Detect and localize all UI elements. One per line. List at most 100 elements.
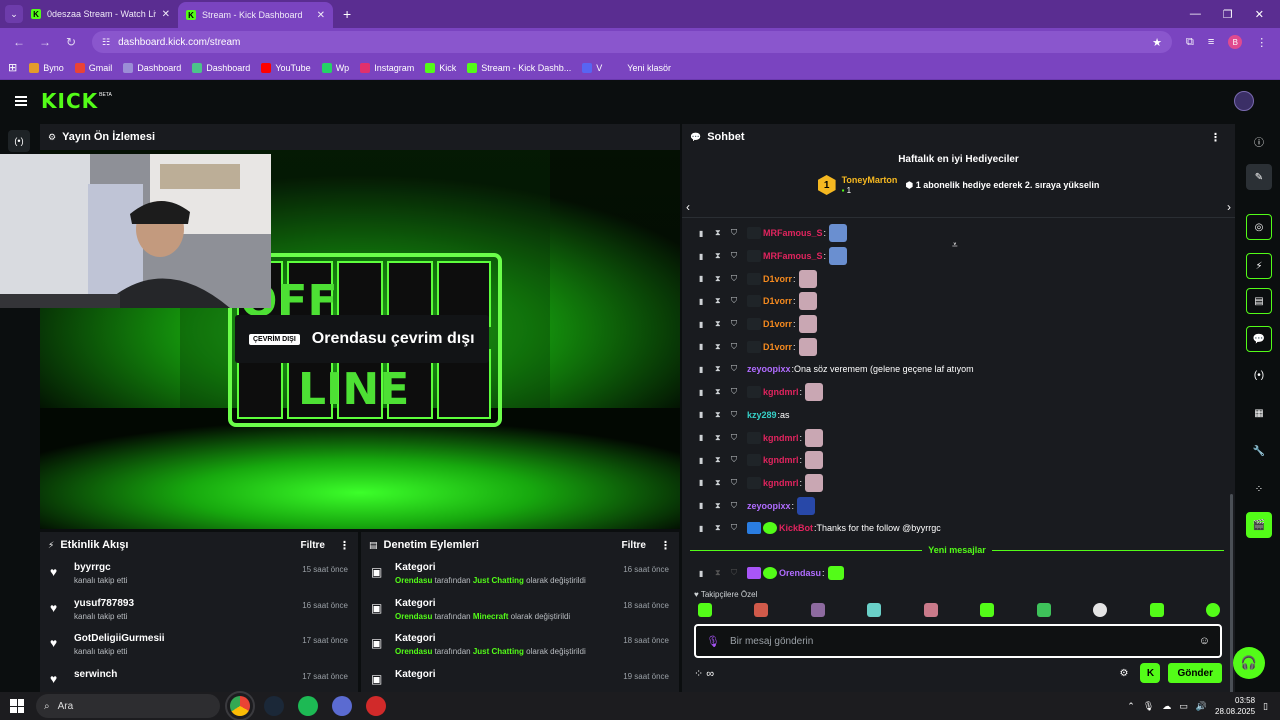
- clipboard-icon[interactable]: ▤: [1246, 288, 1272, 314]
- activity-item[interactable]: ♥ GotDeligiiGurmesii kanalı takip etti 17 s…: [50, 629, 348, 665]
- emote-icon[interactable]: [980, 603, 995, 617]
- emote-icon[interactable]: [1205, 603, 1220, 617]
- info-icon[interactable]: ⓘ: [1246, 128, 1272, 154]
- shield-icon[interactable]: ⛉: [731, 455, 747, 465]
- pin-icon[interactable]: ▮: [699, 410, 715, 419]
- browser-tab[interactable]: K 0deszaa Stream - Watch Live o ✕: [23, 0, 178, 28]
- clock[interactable]: 03:58 28.08.2025: [1215, 695, 1255, 717]
- chat-username[interactable]: D1vorr: [763, 296, 792, 306]
- shield-icon[interactable]: ⛉: [731, 251, 747, 261]
- emote-icon[interactable]: [754, 603, 769, 617]
- bolt-icon[interactable]: ⚡: [1246, 253, 1272, 279]
- steam-icon[interactable]: [264, 696, 284, 716]
- profile-avatar[interactable]: B: [1228, 35, 1243, 49]
- pin-icon[interactable]: ▮: [699, 297, 715, 306]
- chat-username[interactable]: MRFamous_S: [763, 251, 823, 261]
- pin-icon[interactable]: ▮: [699, 229, 715, 238]
- apps-grid-icon[interactable]: ⊞: [8, 61, 17, 74]
- new-tab-icon[interactable]: +: [343, 6, 351, 22]
- moderation-item[interactable]: ▣ Kategori Orendasu tarafından Just Chatti…: [371, 629, 669, 665]
- bookmark-item[interactable]: Instagram: [360, 62, 414, 73]
- chevron-left-icon[interactable]: ‹: [686, 200, 690, 214]
- timeout-icon[interactable]: ⧗: [715, 228, 731, 238]
- user-avatar[interactable]: [1234, 91, 1254, 111]
- follower-name[interactable]: serwinch: [74, 669, 302, 680]
- follower-name[interactable]: byyrrgc: [74, 562, 302, 573]
- edit-icon[interactable]: ✎: [1246, 164, 1272, 190]
- shield-icon[interactable]: ⛉: [731, 274, 747, 284]
- timeout-icon[interactable]: ⧗: [715, 501, 731, 511]
- emote-icon[interactable]: [923, 603, 938, 617]
- url-field[interactable]: ☷ dashboard.kick.com/stream ★: [92, 31, 1172, 53]
- bookmark-star-icon[interactable]: ★: [1152, 36, 1162, 49]
- wrench-icon[interactable]: 🔧: [1246, 438, 1272, 464]
- obs-icon[interactable]: [366, 696, 386, 716]
- forward-icon[interactable]: →: [34, 35, 56, 49]
- taskbar-search[interactable]: ⌕ Ara: [36, 694, 220, 718]
- chat-username[interactable]: MRFamous_S: [763, 228, 823, 238]
- emote-icon[interactable]: [698, 603, 712, 617]
- hamburger-menu-icon[interactable]: [15, 94, 27, 108]
- cloud-icon[interactable]: ☁: [1162, 701, 1171, 712]
- shield-icon[interactable]: ⛉: [731, 296, 747, 306]
- shield-icon[interactable]: ⛉: [731, 478, 747, 488]
- bookmark-item[interactable]: Wp: [321, 62, 349, 73]
- spotify-icon[interactable]: [298, 696, 318, 716]
- chat-username[interactable]: zeyoopixx: [747, 364, 791, 374]
- chat-username[interactable]: kgndmrl: [763, 387, 799, 397]
- follower-name[interactable]: yusuf787893: [74, 598, 302, 609]
- chat-scrollbar[interactable]: [1230, 494, 1233, 704]
- back-icon[interactable]: ←: [8, 35, 30, 49]
- timeout-icon[interactable]: ⧗: [715, 523, 731, 533]
- pin-icon[interactable]: ▮: [699, 456, 715, 465]
- emote-icon[interactable]: [867, 603, 882, 617]
- shield-icon[interactable]: ⛉: [731, 410, 747, 420]
- pin-icon[interactable]: ▮: [699, 388, 715, 397]
- pin-icon[interactable]: ▮: [699, 569, 715, 578]
- network-icon[interactable]: ▭: [1179, 701, 1188, 712]
- chat-username[interactable]: kgndmrl: [763, 455, 799, 465]
- timeout-icon[interactable]: ⧗: [715, 387, 731, 397]
- follower-name[interactable]: GotDeligiiGurmesii: [74, 633, 302, 644]
- send-button[interactable]: Gönder: [1168, 663, 1222, 683]
- layers-icon[interactable]: ▦: [1246, 400, 1272, 426]
- shield-icon[interactable]: ⛉: [731, 501, 747, 511]
- bookmark-item[interactable]: YouTube: [261, 62, 311, 73]
- reload-icon[interactable]: ↻: [60, 35, 82, 49]
- close-tab-icon[interactable]: ✕: [317, 10, 325, 21]
- timeout-icon[interactable]: ⧗: [715, 274, 731, 284]
- apps-icon[interactable]: ⁘: [1246, 476, 1272, 502]
- pin-icon[interactable]: ▮: [699, 342, 715, 351]
- shield-icon[interactable]: ⛉: [731, 433, 747, 443]
- close-window-icon[interactable]: ✕: [1255, 8, 1264, 21]
- moderation-item[interactable]: ▣ Kategori Orendasu tarafından Just Chatti…: [371, 558, 669, 594]
- pin-icon[interactable]: ▮: [699, 274, 715, 283]
- chat-username[interactable]: kgndmrl: [763, 433, 799, 443]
- volume-icon[interactable]: 🔊: [1196, 701, 1207, 712]
- chevron-up-icon[interactable]: ⌃: [1127, 701, 1135, 712]
- timeout-icon[interactable]: ⧗: [715, 342, 731, 352]
- chrome-icon[interactable]: [225, 691, 255, 720]
- chat-username[interactable]: D1vorr: [763, 342, 792, 352]
- shield-icon[interactable]: ⛉: [731, 319, 747, 329]
- browser-tab-active[interactable]: K Stream - Kick Dashboard ✕: [178, 2, 333, 28]
- timeout-icon[interactable]: ⧗: [715, 410, 731, 420]
- timeout-icon[interactable]: ⧗: [715, 478, 731, 488]
- pin-icon[interactable]: ▮: [699, 252, 715, 261]
- kick-logo[interactable]: KICK: [41, 89, 98, 113]
- activity-filter-button[interactable]: Filtre: [301, 540, 325, 551]
- notifications-icon[interactable]: ▯: [1263, 701, 1268, 712]
- chat-username[interactable]: kzy289: [747, 410, 777, 420]
- timeout-icon[interactable]: ⧗: [715, 296, 731, 306]
- microphone-icon[interactable]: 🎙: [1143, 701, 1154, 712]
- chat-username[interactable]: Orendasu: [779, 568, 821, 578]
- activity-menu-icon[interactable]: ⋮: [339, 539, 350, 552]
- bookmark-item[interactable]: Kick: [425, 62, 456, 73]
- chat-username[interactable]: D1vorr: [763, 319, 792, 329]
- pin-icon[interactable]: ▮: [699, 501, 715, 510]
- emote-icon[interactable]: [1149, 603, 1164, 617]
- emote-icon[interactable]: [810, 603, 825, 617]
- emote-icon[interactable]: [1093, 603, 1108, 617]
- shield-icon[interactable]: ⛉: [731, 523, 747, 533]
- chat-icon[interactable]: 💬: [1246, 326, 1272, 352]
